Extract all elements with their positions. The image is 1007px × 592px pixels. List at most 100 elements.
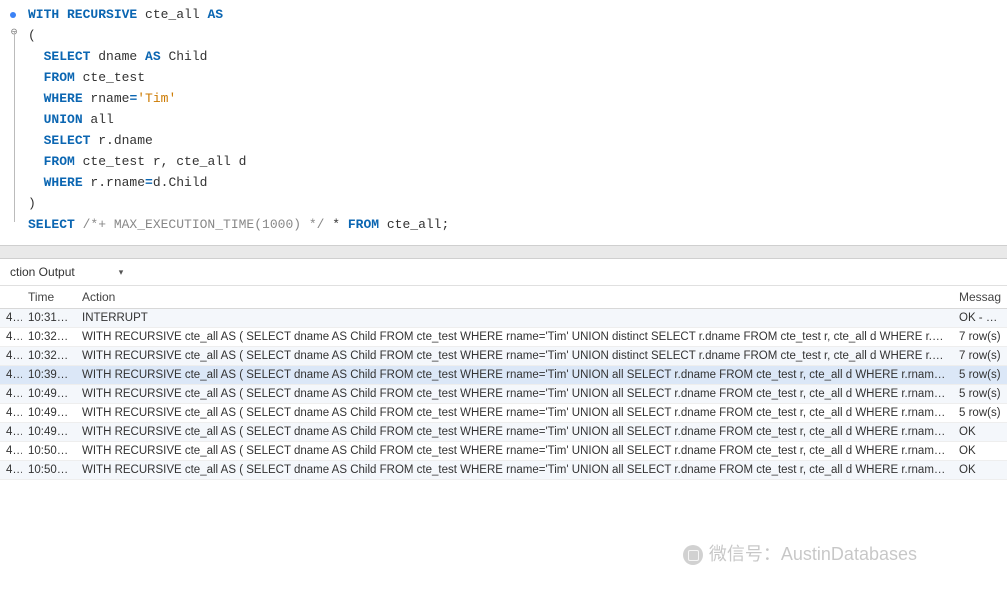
cell-action: WITH RECURSIVE cte_all AS ( SELECT dname…	[76, 385, 953, 404]
code-line[interactable]: )	[0, 193, 1007, 214]
code-token	[28, 154, 44, 169]
table-row[interactable]: 4510:49:22WITH RECURSIVE cte_all AS ( SE…	[0, 385, 1007, 404]
table-row[interactable]: 4210:32:49WITH RECURSIVE cte_all AS ( SE…	[0, 328, 1007, 347]
cell-message: OK	[953, 423, 1007, 442]
cell-time: 10:31:22	[22, 309, 76, 328]
code-token: (	[28, 28, 36, 43]
chevron-down-icon[interactable]: ▾	[119, 267, 124, 278]
table-row[interactable]: 4410:39:57WITH RECURSIVE cte_all AS ( SE…	[0, 366, 1007, 385]
code-line[interactable]: SELECT /*+ MAX_EXECUTION_TIME(1000) */ *…	[0, 214, 1007, 235]
cell-action: WITH RECURSIVE cte_all AS ( SELECT dname…	[76, 366, 953, 385]
code-token: FROM	[44, 70, 83, 85]
table-row[interactable]: 4310:32:59WITH RECURSIVE cte_all AS ( SE…	[0, 347, 1007, 366]
cell-message: OK - Qu	[953, 309, 1007, 328]
code-token	[28, 175, 44, 190]
code-line[interactable]: WITH RECURSIVE cte_all AS	[0, 4, 1007, 25]
code-line[interactable]: WHERE r.rname=d.Child	[0, 172, 1007, 193]
panel-separator[interactable]	[0, 245, 1007, 259]
cell-index: 47	[0, 423, 22, 442]
cell-action: WITH RECURSIVE cte_all AS ( SELECT dname…	[76, 328, 953, 347]
watermark: 微信号：AustinDatabases	[683, 540, 917, 566]
table-row[interactable]: 4910:50:09WITH RECURSIVE cte_all AS ( SE…	[0, 461, 1007, 480]
cell-message: 5 row(s)	[953, 385, 1007, 404]
table-row[interactable]: 4810:50:00WITH RECURSIVE cte_all AS ( SE…	[0, 442, 1007, 461]
code-line[interactable]: (	[0, 25, 1007, 46]
col-header-action[interactable]: Action	[76, 286, 953, 309]
code-token: cte_test	[83, 70, 145, 85]
cell-action: WITH RECURSIVE cte_all AS ( SELECT dname…	[76, 461, 953, 480]
code-token: )	[28, 196, 36, 211]
code-token: cte_all	[145, 7, 207, 22]
col-header-message[interactable]: Messag	[953, 286, 1007, 309]
cell-index: 48	[0, 442, 22, 461]
code-token: AS	[207, 7, 223, 22]
code-token: WITH RECURSIVE	[28, 7, 145, 22]
bracket-guide	[14, 32, 15, 222]
cell-time: 10:39:57	[22, 366, 76, 385]
col-header-time[interactable]: Time	[22, 286, 76, 309]
code-token: /*+ MAX_EXECUTION_TIME(1000) */	[83, 217, 325, 232]
code-line[interactable]: FROM cte_test	[0, 67, 1007, 88]
code-token: FROM	[44, 154, 83, 169]
cell-index: 43	[0, 347, 22, 366]
cell-action: INTERRUPT	[76, 309, 953, 328]
action-output-grid[interactable]: Time Action Messag 4110:31:22INTERRUPTOK…	[0, 286, 1007, 480]
sql-editor[interactable]: ⊖ WITH RECURSIVE cte_all AS( SELECT dnam…	[0, 0, 1007, 245]
code-token: r.rname	[90, 175, 145, 190]
code-token: Child	[168, 49, 207, 64]
code-token	[28, 112, 44, 127]
cell-time: 10:32:59	[22, 347, 76, 366]
cell-message: 7 row(s)	[953, 347, 1007, 366]
cell-time: 10:32:49	[22, 328, 76, 347]
code-token: cte_all;	[387, 217, 449, 232]
code-line[interactable]: SELECT dname AS Child	[0, 46, 1007, 67]
code-token: d.Child	[153, 175, 208, 190]
cell-index: 44	[0, 366, 22, 385]
cell-time: 10:50:00	[22, 442, 76, 461]
code-token: dname	[98, 49, 145, 64]
cell-message: 5 row(s)	[953, 404, 1007, 423]
cell-action: WITH RECURSIVE cte_all AS ( SELECT dname…	[76, 347, 953, 366]
cell-action: WITH RECURSIVE cte_all AS ( SELECT dname…	[76, 404, 953, 423]
code-line[interactable]: UNION all	[0, 109, 1007, 130]
code-token	[28, 91, 44, 106]
code-token	[28, 133, 44, 148]
table-row[interactable]: 4710:49:43WITH RECURSIVE cte_all AS ( SE…	[0, 423, 1007, 442]
code-token	[28, 49, 44, 64]
cell-action: WITH RECURSIVE cte_all AS ( SELECT dname…	[76, 423, 953, 442]
code-token: cte_test r, cte_all d	[83, 154, 247, 169]
cell-message: 5 row(s)	[953, 366, 1007, 385]
code-token: WHERE	[44, 91, 91, 106]
cell-time: 10:49:22	[22, 385, 76, 404]
cell-message: OK	[953, 461, 1007, 480]
cell-action: WITH RECURSIVE cte_all AS ( SELECT dname…	[76, 442, 953, 461]
code-token: all	[90, 112, 113, 127]
cell-message: 7 row(s)	[953, 328, 1007, 347]
cell-index: 45	[0, 385, 22, 404]
cell-index: 42	[0, 328, 22, 347]
cell-message: OK	[953, 442, 1007, 461]
cell-time: 10:49:36	[22, 404, 76, 423]
cell-index: 41	[0, 309, 22, 328]
output-toolbar: ction Output ▾	[0, 259, 1007, 286]
code-line[interactable]: WHERE rname='Tim'	[0, 88, 1007, 109]
code-token: SELECT	[44, 133, 99, 148]
code-token: AS	[145, 49, 168, 64]
output-type-select[interactable]: ction Output	[6, 263, 79, 281]
code-token	[28, 70, 44, 85]
wechat-icon	[683, 545, 703, 565]
code-line[interactable]: FROM cte_test r, cte_all d	[0, 151, 1007, 172]
breakpoint-dot-icon[interactable]	[10, 12, 16, 18]
cell-index: 46	[0, 404, 22, 423]
cell-time: 10:49:43	[22, 423, 76, 442]
table-row[interactable]: 4110:31:22INTERRUPTOK - Qu	[0, 309, 1007, 328]
code-token: =	[145, 175, 153, 190]
code-line[interactable]: SELECT r.dname	[0, 130, 1007, 151]
table-row[interactable]: 4610:49:36WITH RECURSIVE cte_all AS ( SE…	[0, 404, 1007, 423]
code-token: WHERE	[44, 175, 91, 190]
code-token: *	[324, 217, 347, 232]
cell-index: 49	[0, 461, 22, 480]
code-token: r.dname	[98, 133, 153, 148]
col-header-index[interactable]	[0, 286, 22, 309]
code-token: SELECT	[28, 217, 83, 232]
